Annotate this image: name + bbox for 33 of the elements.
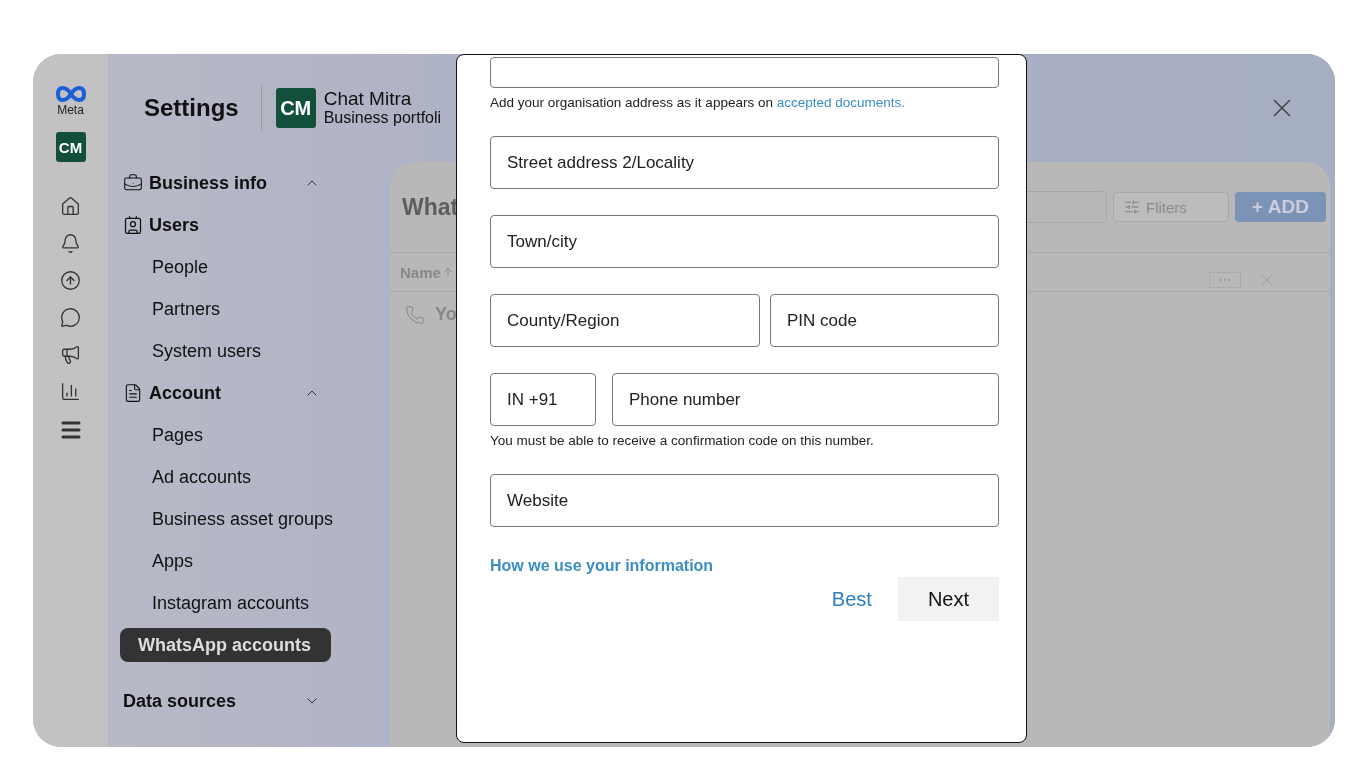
input-field[interactable]: County/Region bbox=[490, 294, 760, 347]
sidebar-item[interactable]: Apps bbox=[120, 540, 194, 582]
documents-link[interactable]: accepted documents. bbox=[776, 95, 906, 110]
sidebar-item[interactable]: Users bbox=[120, 204, 200, 246]
input-field[interactable]: PIN code bbox=[770, 294, 999, 347]
section-header[interactable]: Business info bbox=[120, 162, 390, 204]
helper-text: Add your organisation address as it appears on accepted documents. bbox=[490, 95, 907, 110]
sidebar-item[interactable]: People bbox=[120, 246, 209, 288]
brand-logo[interactable]: CM bbox=[55, 132, 86, 162]
sidebar-item[interactable]: Pages bbox=[120, 414, 204, 456]
section-header[interactable]: Account bbox=[120, 372, 390, 414]
input-field[interactable]: IN +91 bbox=[490, 373, 596, 426]
sidebar-item[interactable]: Partners bbox=[120, 288, 221, 330]
input-field[interactable]: Phone number bbox=[612, 373, 999, 426]
sidebar-item[interactable]: Business asset groups bbox=[120, 498, 334, 540]
helper-text: You must be able to receive a confirmation code on this number. bbox=[490, 433, 875, 448]
brand-name: Chat Mitra bbox=[323, 89, 413, 109]
input-field[interactable]: Street address 2/Locality bbox=[490, 136, 999, 189]
info-link[interactable]: How we use your information bbox=[490, 557, 999, 575]
sidebar-item[interactable]: WhatsApp accounts bbox=[120, 628, 331, 662]
section-header[interactable]: Data sources bbox=[120, 680, 390, 722]
input-field[interactable]: Town/city bbox=[490, 215, 999, 268]
sidebar-item[interactable]: Instagram accounts bbox=[120, 582, 310, 624]
next-button[interactable]: Next bbox=[897, 577, 999, 621]
link-button[interactable]: Best bbox=[831, 577, 872, 621]
brand-logo: CM bbox=[275, 88, 316, 128]
sidebar-item[interactable]: System users bbox=[120, 330, 262, 372]
brand-subtitle: Business portfoli bbox=[323, 109, 442, 127]
page-title: Settings bbox=[144, 94, 239, 122]
logo-text: Meta bbox=[57, 104, 84, 116]
sidebar-item[interactable]: Ad accounts bbox=[120, 456, 252, 498]
panel-title: What bbox=[402, 193, 459, 221]
input-field[interactable]: Website bbox=[490, 474, 999, 527]
